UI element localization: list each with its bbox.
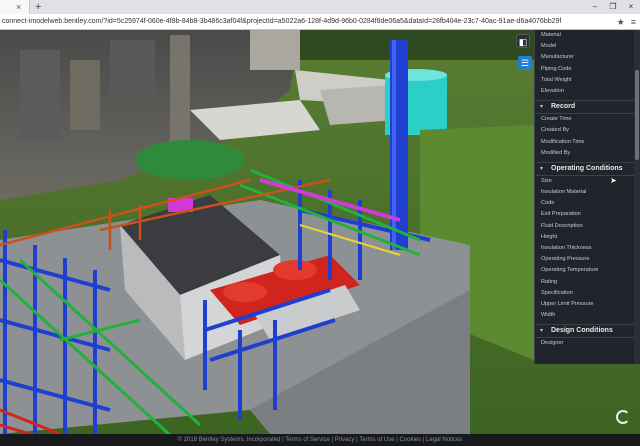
property-item: Width <box>541 312 556 319</box>
property-item: Designer <box>541 340 564 347</box>
property-item: Created By <box>541 127 569 134</box>
chevron-down-icon: ▾ <box>540 328 544 335</box>
tab-close-icon[interactable]: × <box>16 1 21 13</box>
property-item: Material <box>541 32 561 38</box>
horizontal-tank <box>135 140 245 180</box>
red-equipment-top <box>273 260 317 280</box>
property-item: Elevation <box>541 87 565 94</box>
properties-list-icon[interactable]: ☰ <box>518 56 532 70</box>
address-bar-icons: ★ ≡ <box>617 16 636 28</box>
active-tab[interactable]: × <box>0 0 30 14</box>
property-item: Create Time <box>541 116 572 123</box>
minimize-icon[interactable]: – <box>586 0 604 14</box>
property-item: Model <box>541 43 557 50</box>
section-label: Design Conditions <box>551 327 613 335</box>
section-label: Operating Conditions <box>551 164 623 172</box>
property-item: Size <box>541 177 552 184</box>
browser-menu-icon[interactable]: ≡ <box>631 16 636 28</box>
section-header-record[interactable]: ▾ Record <box>535 100 634 115</box>
address-bar: connect-imodelweb.bentley.com/?id=5c2597… <box>0 14 640 30</box>
red-equipment-top <box>223 282 267 302</box>
new-tab-icon[interactable]: + <box>35 0 41 14</box>
property-item: Operating Temperature <box>541 267 599 274</box>
properties-panel: Material Model Manufacturer Piping Code Tota… <box>534 30 634 364</box>
tab-bar: × + – ❐ × <box>0 0 640 14</box>
scrollbar-thumb[interactable] <box>635 70 639 160</box>
factory-block <box>110 40 155 100</box>
property-item: Code <box>541 200 555 207</box>
url-field[interactable]: connect-imodelweb.bentley.com/?id=5c2597… <box>2 16 562 28</box>
property-item: Fluid Description <box>541 222 583 229</box>
section-header-design-conditions[interactable]: ▾ Design Conditions <box>535 324 634 339</box>
factory-silo <box>250 30 300 70</box>
footer: © 2018 Bentley Systems, Incorporated | T… <box>0 434 640 446</box>
browser-window: × + – ❐ × connect-imodelweb.bentley.com/… <box>0 0 640 446</box>
loading-spinner-icon <box>616 410 630 424</box>
property-item: Manufacturer <box>541 54 574 61</box>
chevron-down-icon: ▾ <box>540 165 544 172</box>
panel-scrollbar[interactable] <box>634 30 640 364</box>
property-item: Total Weight <box>541 76 572 83</box>
property-item: Upper Limit Pressure <box>541 300 594 307</box>
chevron-down-icon: ▾ <box>540 104 544 111</box>
warehouse-wall <box>320 85 395 125</box>
property-item: Exit Preparation <box>541 211 581 218</box>
property-item: Modification Time <box>541 138 585 145</box>
property-item: Operating Pressure <box>541 256 590 263</box>
property-item: Specification <box>541 289 573 296</box>
maximize-icon[interactable]: ❐ <box>604 0 622 14</box>
mouse-cursor-icon: ➤ <box>610 176 617 185</box>
close-window-icon[interactable]: × <box>622 0 640 14</box>
factory-block <box>70 60 100 130</box>
property-item: Modified By <box>541 149 571 156</box>
bookmark-star-icon[interactable]: ★ <box>617 16 625 28</box>
window-controls: – ❐ × <box>586 0 640 14</box>
property-item: Insulation Thickness <box>541 245 592 251</box>
property-item: Rating <box>541 278 558 285</box>
view-cube-icon[interactable]: ◧ <box>516 34 530 48</box>
property-item: Height <box>541 233 558 240</box>
factory-block <box>20 50 60 140</box>
property-item: Insulation Material <box>541 189 587 196</box>
section-header-operating-conditions[interactable]: ▾ Operating Conditions <box>535 161 634 176</box>
property-item: Piping Code <box>541 65 572 72</box>
factory-stack <box>170 35 190 145</box>
section-label: Record <box>551 103 576 111</box>
